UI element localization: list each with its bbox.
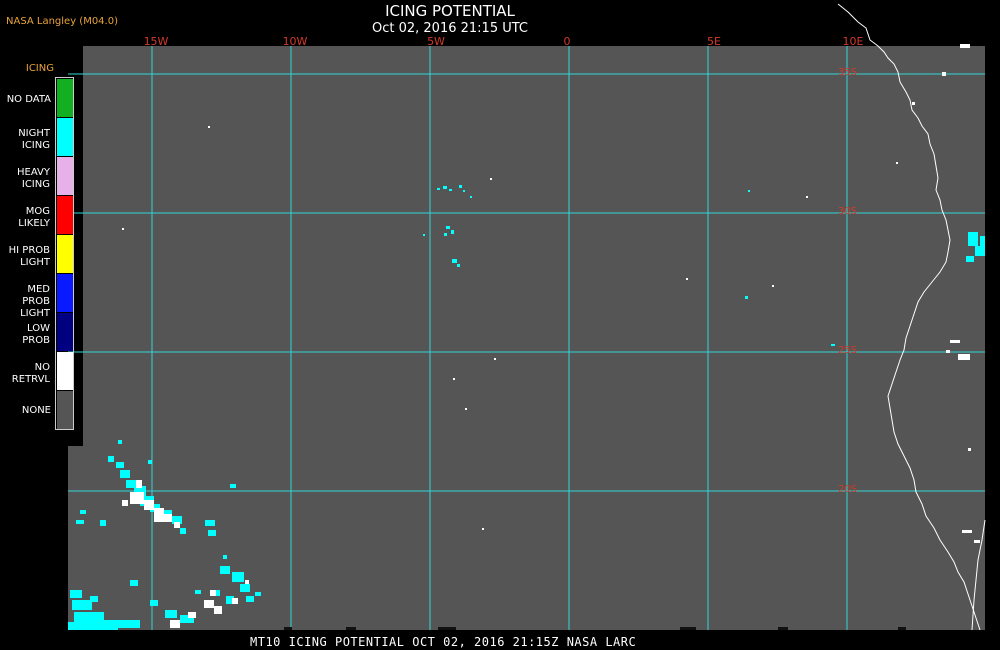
lon-label-10e: 10E <box>842 35 864 48</box>
legend-swatch-mog-likely <box>57 196 73 234</box>
lat-label-20s: 20S <box>838 484 858 495</box>
legend-swatch-no-retrvl <box>57 352 73 390</box>
page-title: ICING POTENTIAL <box>385 2 515 20</box>
legend-label-hi-prob-light: HI PROB LIGHT <box>8 245 50 268</box>
icing-map <box>0 0 1000 650</box>
legend-swatch-hi-prob-light <box>57 235 73 273</box>
legend-label-mog-likely: MOG LIKELY <box>18 206 50 229</box>
lat-label-35s: 35S <box>838 67 858 78</box>
legend-swatch-heavy-icing <box>57 157 73 195</box>
legend-label-med-prob-light: MED PROB LIGHT <box>20 284 50 319</box>
lon-label-5w: 5W <box>427 35 445 48</box>
lon-label-10w: 10W <box>282 35 308 48</box>
legend-label-night-icing: NIGHT ICING <box>18 128 50 151</box>
lon-label-0: 0 <box>563 35 571 48</box>
legend-label-no-data: NO DATA <box>6 94 51 105</box>
legend-title: ICING <box>25 63 54 74</box>
lon-label-15w: 15W <box>143 35 169 48</box>
lon-label-5e: 5E <box>707 35 721 48</box>
lat-label-25s: 25S <box>838 345 858 356</box>
legend-swatch-low-prob <box>57 313 73 351</box>
footer-caption: MT10 ICING POTENTIAL OCT 02, 2016 21:15Z… <box>250 635 637 649</box>
legend-swatch-none <box>57 391 73 429</box>
legend-label-heavy-icing: HEAVY ICING <box>17 167 50 190</box>
legend-label-none: NONE <box>21 405 51 416</box>
timestamp: Oct 02, 2016 21:15 UTC <box>372 21 528 36</box>
legend-swatch-no-data <box>57 79 73 117</box>
legend-swatch-night-icing <box>57 118 73 156</box>
legend-label-no-retrvl: NO RETRVL <box>11 362 50 385</box>
legend-label-low-prob: LOW PROB <box>22 323 50 346</box>
legend-swatch-med-prob-light <box>57 274 73 312</box>
lat-label-30s: 30S <box>838 206 858 217</box>
